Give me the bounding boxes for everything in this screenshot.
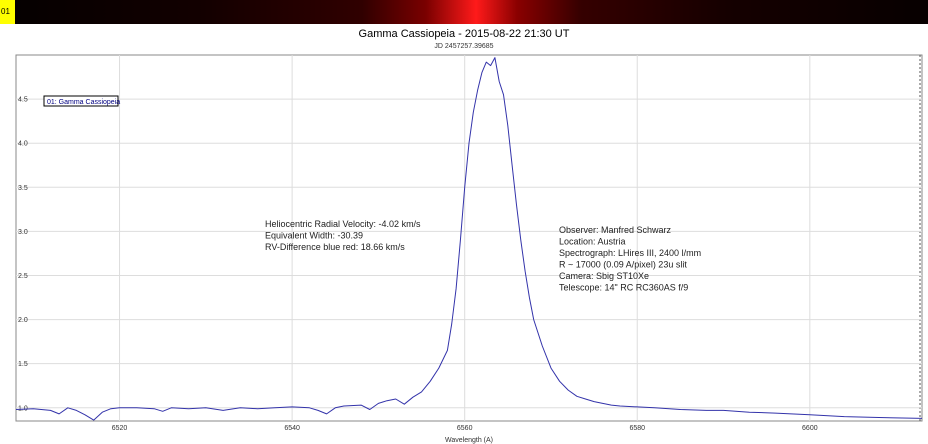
grid <box>16 55 922 421</box>
x-tick-label: 6520 <box>112 425 128 432</box>
annotation-right-line: Telescope: 14" RC RC360AS f/9 <box>559 283 688 293</box>
spectrum-chart: 1.01.52.02.53.03.54.04.56520 6540 6560 6580… <box>15 54 923 444</box>
annotation-right-line: R ~ 17000 (0.09 A/pixel) 23u slit <box>559 260 687 270</box>
y-tick-label: 2.0 <box>18 317 28 324</box>
y-tick-label: 1.5 <box>18 361 28 368</box>
annotation-right-line: Camera: Sbig ST10Xe <box>559 271 649 281</box>
axis-ticks: 1.01.52.02.53.03.54.04.56520 6540 6560 6580… <box>18 97 818 432</box>
annotation-right-line: Observer: Manfred Schwarz <box>559 225 672 235</box>
annotation-right-line: Spectrograph: LHires III, 2400 l/mm <box>559 248 701 258</box>
y-tick-label: 3.0 <box>18 229 28 236</box>
annotation-right-line: Location: Austria <box>559 237 626 247</box>
x-axis-label: Wavelength (A) <box>445 437 493 444</box>
x-tick-label: 6580 <box>629 425 645 432</box>
y-tick-label: 2.5 <box>18 273 28 280</box>
annotations: Heliocentric Radial Velocity: -4.02 km/s… <box>265 219 701 293</box>
y-tick-label: 3.5 <box>18 185 28 192</box>
y-tick-label: 4.0 <box>18 141 28 148</box>
series-group <box>15 57 923 421</box>
annotation-left-line: Heliocentric Radial Velocity: -4.02 km/s <box>265 219 421 229</box>
legend-entry: 01: Gamma Cassiopeia <box>47 99 120 106</box>
series-line <box>15 57 923 421</box>
y-tick-label: 4.5 <box>18 97 28 104</box>
annotation-left-line: RV-Difference blue red: 18.66 km/s <box>265 242 405 252</box>
x-tick-label: 6540 <box>284 425 300 432</box>
plot-area <box>15 54 923 422</box>
x-tick-label: 6600 <box>802 425 818 432</box>
legend: 01: Gamma Cassiopeia <box>43 95 120 107</box>
x-tick-label: 6560 <box>457 425 473 432</box>
annotation-left-line: Equivalent Width: -30.39 <box>265 231 363 241</box>
